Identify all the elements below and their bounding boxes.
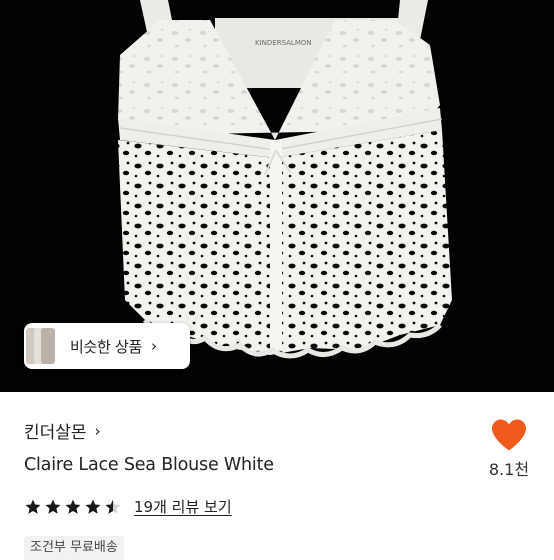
chevron-right-icon: ›	[150, 337, 157, 355]
store-name: 킨더살몬	[24, 423, 87, 443]
shipping-badge: 조건부 무료배송	[24, 536, 124, 560]
star-icon	[65, 499, 81, 514]
star-icon	[25, 499, 41, 514]
rating-row: 19개 리뷰 보기	[24, 496, 232, 517]
similar-products-button[interactable]: 비슷한 상품 ›	[24, 323, 190, 369]
similar-products-label: 비슷한 상품	[70, 337, 142, 356]
star-icon	[45, 499, 61, 514]
like-count: 8.1천	[488, 460, 530, 479]
heart-icon	[492, 419, 526, 451]
rating-stars	[24, 498, 124, 516]
similar-thumbnails	[24, 323, 56, 369]
star-icon	[85, 499, 101, 514]
like-button[interactable]: 8.1천	[486, 418, 532, 480]
review-link[interactable]: 19개 리뷰 보기	[134, 496, 232, 517]
store-link[interactable]: 킨더살몬 ›	[24, 418, 101, 444]
star-half-icon	[105, 499, 121, 514]
brand-label-text: KINDERSALMON	[255, 39, 312, 47]
chevron-right-icon: ›	[94, 421, 101, 440]
product-title: Claire Lace Sea Blouse White	[24, 455, 274, 475]
